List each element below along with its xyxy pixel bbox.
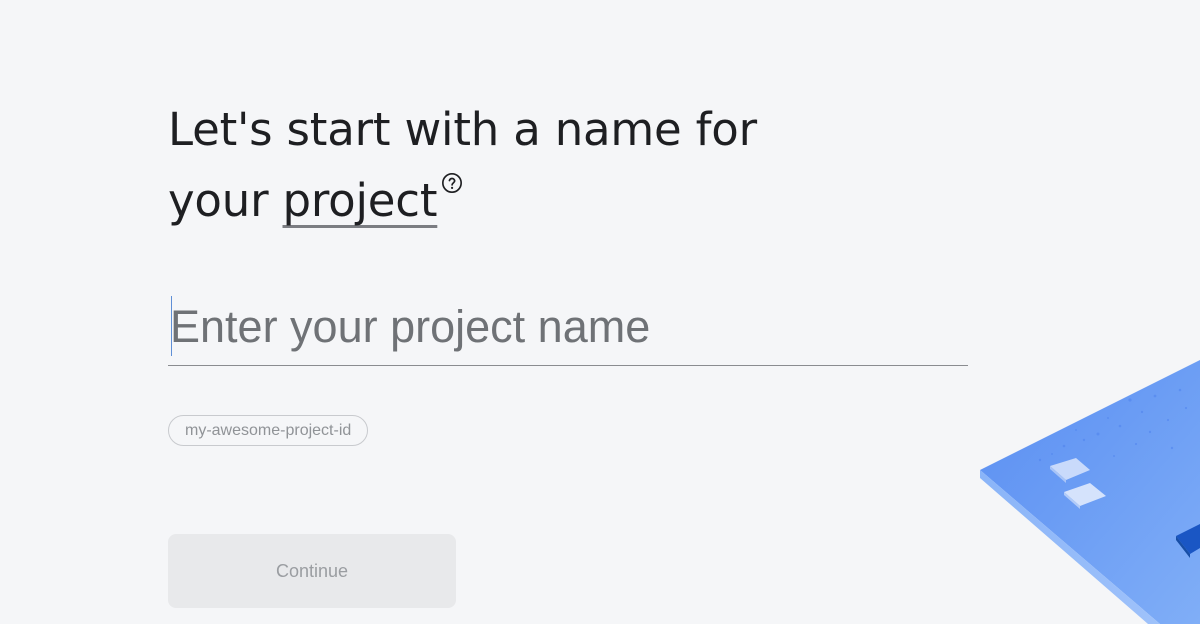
project-name-field[interactable] xyxy=(168,290,970,366)
page-title: Let's start with a name for your project xyxy=(168,94,868,236)
project-id-chip[interactable]: my-awesome-project-id xyxy=(168,415,369,446)
page-title-line-2: your project xyxy=(168,165,868,236)
text-caret xyxy=(171,296,172,356)
help-circle-icon[interactable] xyxy=(441,172,463,194)
page-title-prefix: your xyxy=(168,174,283,227)
project-term-link[interactable]: project xyxy=(283,174,438,227)
page-title-line-1: Let's start with a name for xyxy=(168,103,757,156)
project-platform-illustration xyxy=(980,360,1200,624)
project-name-input[interactable] xyxy=(168,290,970,364)
continue-button[interactable]: Continue xyxy=(168,534,456,608)
